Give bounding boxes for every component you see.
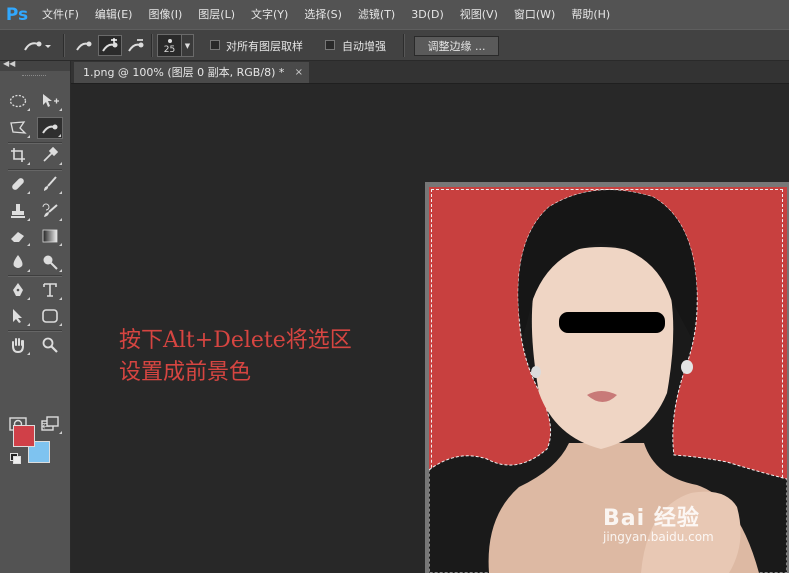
brush-preview[interactable]: 25 [157, 34, 182, 57]
pen-icon [13, 283, 23, 296]
rounded-rectangle-icon [42, 309, 58, 323]
menu-file[interactable]: 文件(F) [34, 0, 87, 29]
drop-icon [13, 255, 23, 268]
menu-filter[interactable]: 滤镜(T) [350, 0, 403, 29]
menu-type[interactable]: 文字(Y) [243, 0, 296, 29]
brush-subtract-icon [128, 38, 144, 52]
quick-selection-tool[interactable] [37, 117, 63, 139]
refine-edge-button[interactable]: 调整边缘 ... [414, 36, 499, 56]
new-selection-button[interactable] [72, 35, 96, 56]
tools-separator [8, 275, 62, 277]
magnifier-icon [42, 337, 58, 353]
arrow-icon [13, 309, 22, 323]
tool-preset-picker[interactable] [18, 35, 56, 56]
eyedropper-tool[interactable] [37, 144, 63, 166]
screen-mode-button[interactable] [37, 413, 63, 435]
panel-grip[interactable] [22, 75, 46, 79]
polygonal-lasso-tool[interactable] [5, 117, 31, 139]
hand-icon [12, 338, 24, 353]
document-tab[interactable]: 1.png @ 100% (图层 0 副本, RGB/8) * × [74, 62, 309, 83]
subtract-from-selection-button[interactable] [124, 35, 148, 56]
options-separator [63, 34, 65, 57]
dodge-icon [43, 255, 58, 270]
chevron-down-icon[interactable]: ▼ [182, 34, 194, 57]
dodge-tool[interactable] [37, 251, 63, 273]
sample-all-layers-checkbox[interactable] [210, 40, 220, 50]
hand-tool[interactable] [5, 334, 31, 356]
photoshop-logo: Ps [5, 4, 29, 25]
close-icon[interactable]: × [295, 62, 303, 83]
brush-size-picker[interactable]: 25 ▼ [157, 34, 196, 57]
brush-tool[interactable] [37, 173, 63, 195]
path-selection-tool[interactable] [5, 305, 31, 327]
annotation-line-1: 按下Alt+Delete将选区 [119, 328, 352, 353]
type-icon [43, 283, 57, 297]
auto-enhance-checkbox[interactable] [325, 40, 335, 50]
auto-enhance-label: 自动增强 [342, 40, 386, 53]
screen-mode-icon [41, 416, 59, 431]
options-separator [151, 34, 153, 57]
menu-image[interactable]: 图像(I) [140, 0, 190, 29]
move-tool[interactable] [37, 90, 63, 112]
add-to-selection-button[interactable] [98, 35, 122, 56]
zoom-tool[interactable] [37, 334, 63, 356]
instruction-annotation: 按下Alt+Delete将选区 设置成前景色 [119, 325, 352, 389]
sample-all-layers-label: 对所有图层取样 [226, 40, 303, 53]
baidu-jingyan-watermark: Bai 经验 jingyan.baidu.com [603, 500, 714, 544]
type-tool[interactable] [37, 279, 63, 301]
gradient-tool[interactable] [37, 225, 63, 247]
blur-tool[interactable] [5, 251, 31, 273]
menu-help[interactable]: 帮助(H) [563, 0, 618, 29]
pen-tool[interactable] [5, 279, 31, 301]
tools-panel: ◀◀ ⇄ [0, 59, 71, 573]
document-title: 1.png @ 100% (图层 0 副本, RGB/8) * [83, 66, 285, 79]
crop-icon [11, 148, 25, 162]
menu-layer[interactable]: 图层(L) [190, 0, 243, 29]
default-colors-icon[interactable] [10, 453, 21, 464]
brush-new-icon [76, 41, 92, 51]
menu-bar: Ps 文件(F) 编辑(E) 图像(I) 图层(L) 文字(Y) 选择(S) 滤… [0, 0, 789, 29]
menu-edit[interactable]: 编辑(E) [87, 0, 141, 29]
menu-3d[interactable]: 3D(D) [403, 0, 452, 29]
tools-separator [8, 330, 62, 332]
watermark-main-text: Bai 经验 [603, 506, 700, 531]
tools-separator [8, 169, 62, 171]
brush-icon [44, 176, 57, 191]
annotation-line-2: 设置成前景色 [119, 360, 252, 385]
clone-stamp-tool[interactable] [5, 200, 31, 222]
healing-brush-tool[interactable] [5, 173, 31, 195]
brush-size-value: 25 [163, 45, 176, 55]
eraser-tool[interactable] [5, 225, 31, 247]
rectangle-tool[interactable] [37, 305, 63, 327]
quick-selection-icon [24, 41, 51, 51]
ellipse-marquee-icon [9, 94, 27, 108]
history-brush-icon [42, 203, 58, 217]
eyedropper-icon [43, 147, 58, 162]
menu-select[interactable]: 选择(S) [296, 0, 350, 29]
stamp-icon [11, 204, 25, 218]
elliptical-marquee-tool[interactable] [5, 90, 31, 112]
options-separator [403, 34, 405, 57]
menu-view[interactable]: 视图(V) [452, 0, 506, 29]
gradient-icon [42, 229, 58, 243]
quick-selection-icon [42, 124, 58, 134]
menu-window[interactable]: 窗口(W) [506, 0, 563, 29]
eraser-icon [11, 232, 24, 242]
collapse-icon[interactable]: ◀◀ [3, 59, 15, 68]
crop-tool[interactable] [5, 144, 31, 166]
lasso-icon [10, 121, 27, 134]
history-brush-tool[interactable] [37, 200, 63, 222]
options-bar: 25 ▼ 对所有图层取样 自动增强 调整边缘 ... [0, 29, 789, 61]
foreground-color-swatch[interactable] [13, 425, 35, 447]
document-tab-bar: 1.png @ 100% (图层 0 副本, RGB/8) * × [71, 61, 789, 84]
brush-add-icon [102, 37, 118, 52]
default-bg-square [13, 456, 21, 464]
move-icon [43, 94, 59, 107]
bandage-icon [12, 178, 24, 190]
brush-tip-icon [168, 39, 172, 43]
watermark-url: jingyan.baidu.com [603, 530, 714, 544]
tools-panel-header[interactable]: ◀◀ [0, 59, 70, 71]
